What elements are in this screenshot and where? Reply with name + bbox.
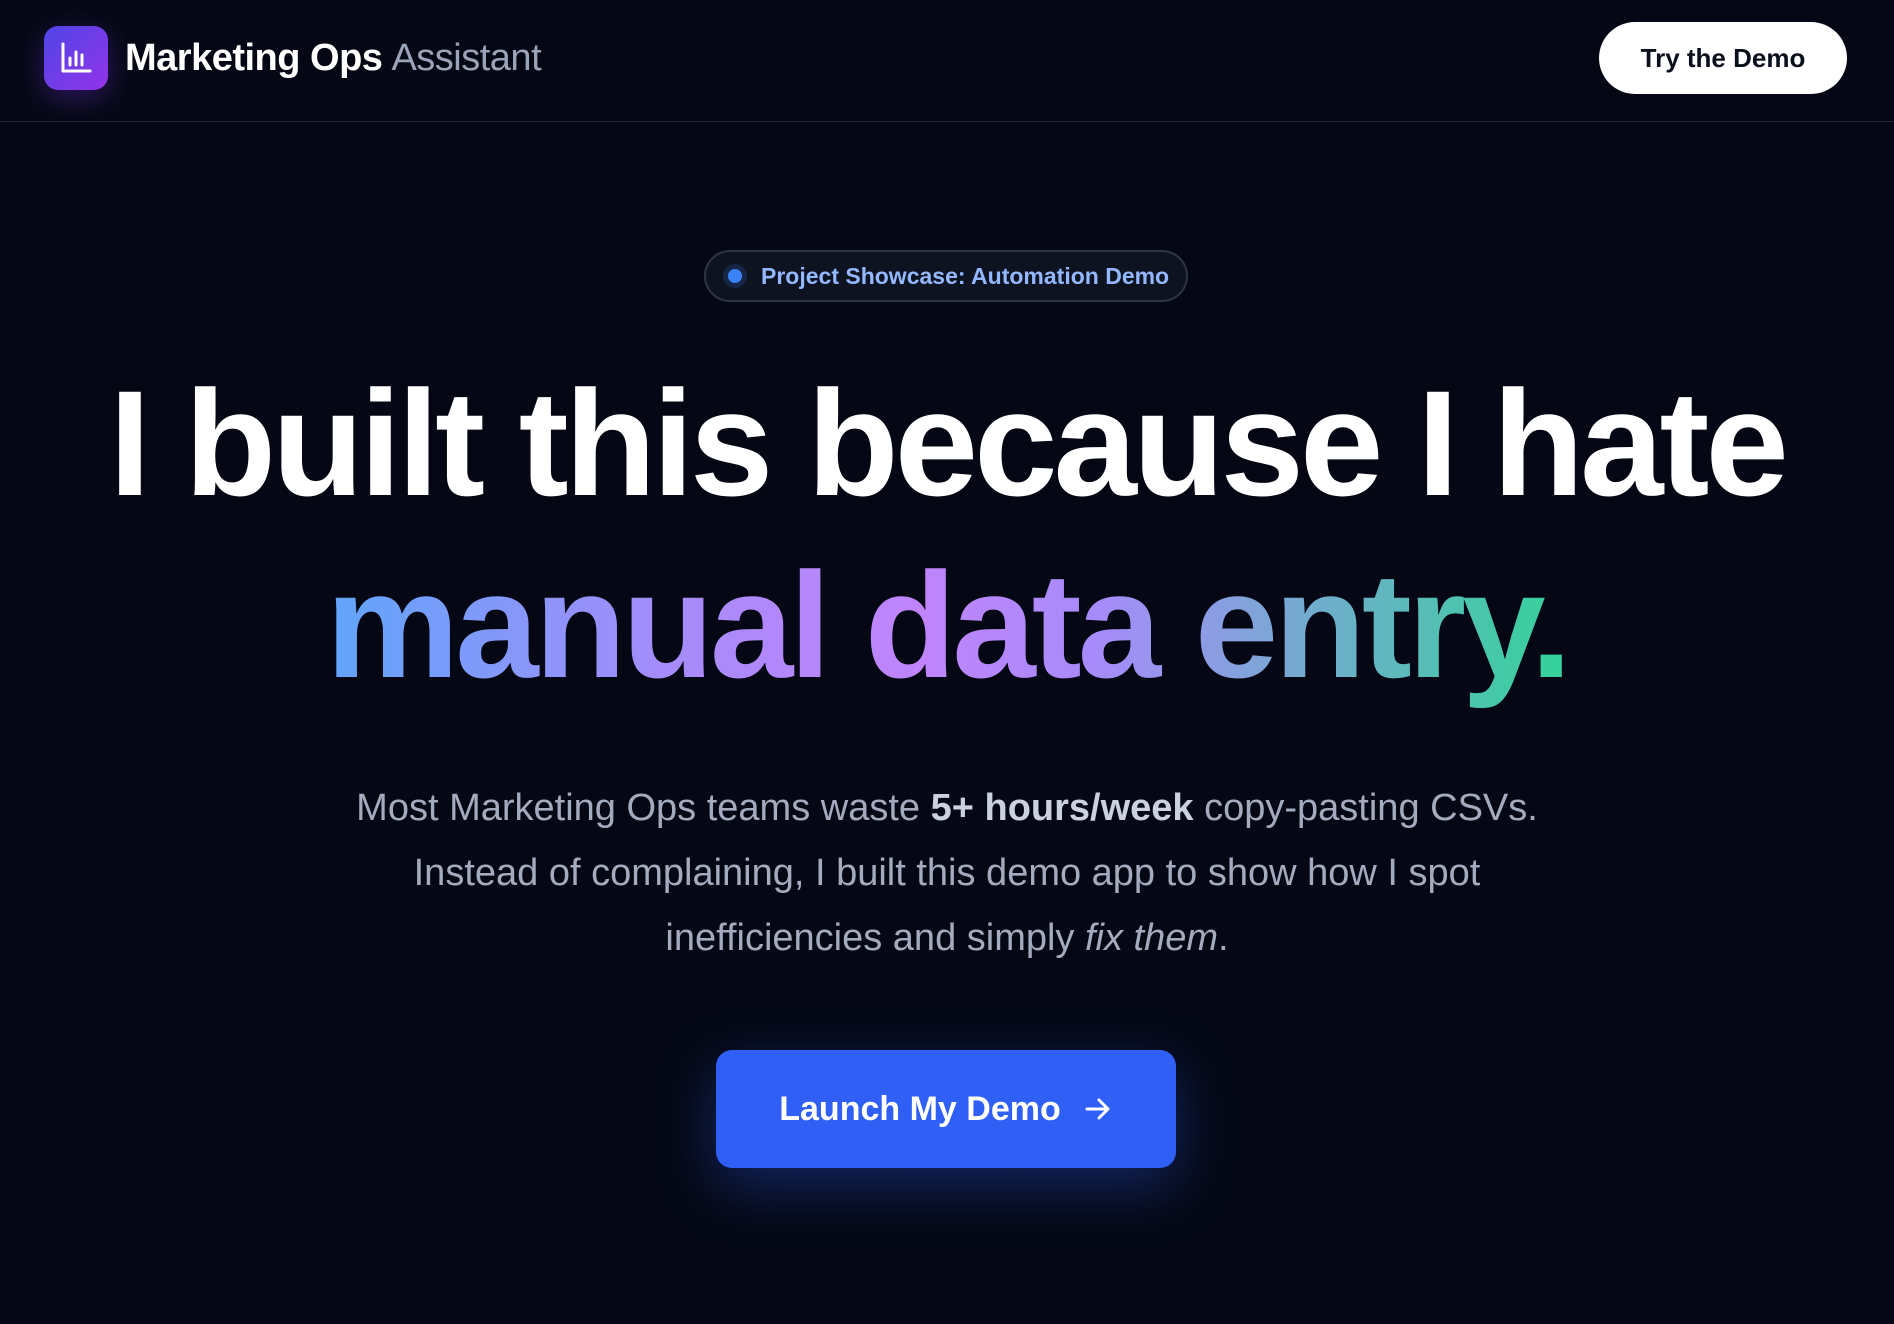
badge-label: Project Showcase: Automation Demo: [761, 262, 1170, 289]
description-highlight: 5+ hours/week: [930, 787, 1194, 829]
brand-name: Marketing Ops Assistant: [125, 36, 542, 80]
description-emphasis: fix them: [1085, 917, 1219, 959]
bar-chart-icon: [44, 26, 108, 90]
launch-demo-label: Launch My Demo: [779, 1089, 1061, 1128]
arrow-right-icon: [1083, 1094, 1113, 1124]
description-text: Most Marketing Ops teams waste: [356, 787, 931, 829]
description-text: copy-pasting CSVs.: [1193, 787, 1538, 829]
description-line-2: Instead of complaining, I built this dem…: [413, 852, 1481, 894]
brand-name-strong: Marketing Ops: [125, 36, 383, 79]
showcase-badge: Project Showcase: Automation Demo: [704, 250, 1188, 302]
headline-gradient-text: manual data entry.: [325, 541, 1572, 709]
try-demo-button[interactable]: Try the Demo: [1599, 22, 1847, 94]
brand[interactable]: Marketing Ops Assistant: [44, 26, 542, 90]
description-line-1: Most Marketing Ops teams waste 5+ hours/…: [0, 776, 1894, 841]
description-text: inefficiencies and simply: [665, 917, 1085, 959]
hero-description: Most Marketing Ops teams waste 5+ hours/…: [0, 776, 1894, 971]
headline-line-2: manual data entry.: [0, 540, 1894, 710]
description-text: .: [1218, 917, 1229, 959]
top-nav: Marketing Ops Assistant Try the Demo: [0, 0, 1894, 122]
description-line-3: inefficiencies and simply fix them.: [0, 906, 1894, 971]
headline-line-1: I built this because I hate: [109, 359, 1789, 527]
launch-demo-button[interactable]: Launch My Demo: [716, 1050, 1176, 1168]
status-dot-icon: [728, 269, 742, 283]
brand-name-light: Assistant: [391, 36, 542, 79]
